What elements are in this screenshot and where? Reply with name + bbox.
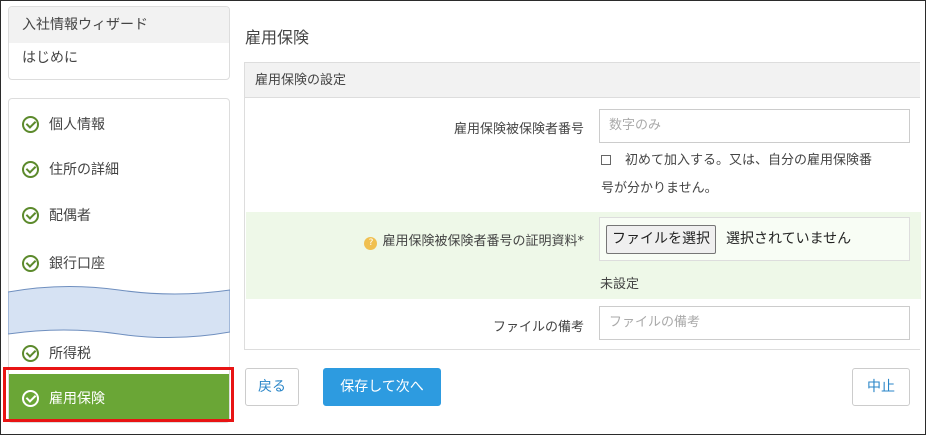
insured-number-input[interactable]: 数字のみ — [599, 109, 910, 143]
file-status-text: 選択されていません — [726, 231, 852, 247]
check-circle-icon — [22, 206, 39, 224]
cancel-button[interactable]: 中止 — [852, 368, 910, 406]
omitted-steps-marker — [8, 285, 230, 339]
check-circle-icon — [22, 344, 39, 362]
sidebar-item-label: 所得税 — [49, 346, 91, 362]
first-enrollment-checkbox[interactable] — [601, 155, 611, 165]
help-icon[interactable]: ? — [364, 237, 378, 250]
check-circle-icon — [22, 115, 39, 133]
settings-panel: 雇用保険の設定 雇用保険被保険者番号 数字のみ 初めて加入する。又は、自分の雇用… — [244, 62, 921, 350]
choose-file-button[interactable]: ファイルを選択 — [606, 225, 716, 254]
checkbox-label-line1: 初めて加入する。又は、自分の雇用保険番 — [625, 153, 873, 168]
upload-status: 未設定 — [600, 277, 640, 292]
sidebar-item-label: 配偶者 — [49, 208, 91, 224]
check-circle-icon — [22, 160, 39, 178]
sidebar: 入社情報ウィザード はじめに — [8, 6, 230, 80]
insured-number-label: 雇用保険被保険者番号 — [453, 122, 584, 137]
wizard-title: 入社情報ウィザード — [9, 7, 229, 43]
panel-title: 雇用保険の設定 — [245, 63, 920, 98]
file-note-label: ファイルの備考 — [492, 320, 584, 335]
proof-document-label: ? 雇用保険被保険者番号の証明資料* — [364, 230, 584, 250]
file-note-input[interactable]: ファイルの備考 — [599, 306, 910, 340]
save-and-next-button[interactable]: 保存して次へ — [323, 368, 441, 406]
file-upload-field: ファイルを選択 選択されていません — [599, 217, 910, 261]
sidebar-item-address[interactable]: 住所の詳細 — [9, 145, 229, 193]
active-step-highlight — [3, 367, 234, 422]
sidebar-item-bank-account[interactable]: 銀行口座 — [9, 239, 229, 287]
page-title: 雇用保険 — [245, 28, 310, 47]
proof-document-label-text: 雇用保険被保険者番号の証明資料* — [382, 234, 584, 249]
wizard-header-box: 入社情報ウィザード はじめに — [8, 6, 230, 80]
back-button[interactable]: 戻る — [245, 368, 299, 406]
sidebar-item-intro[interactable]: はじめに — [9, 43, 229, 79]
sidebar-item-label: 住所の詳細 — [49, 162, 119, 178]
checkbox-label-line2: 号が分かりません。 — [601, 181, 718, 196]
check-circle-icon — [22, 254, 39, 272]
sidebar-item-personal-info[interactable]: 個人情報 — [9, 100, 229, 148]
first-enrollment-checkbox-row[interactable]: 初めて加入する。又は、自分の雇用保険番 — [601, 147, 872, 175]
sidebar-item-label: 銀行口座 — [49, 256, 105, 272]
sidebar-item-spouse[interactable]: 配偶者 — [9, 191, 229, 239]
sidebar-item-label: 個人情報 — [49, 117, 105, 133]
